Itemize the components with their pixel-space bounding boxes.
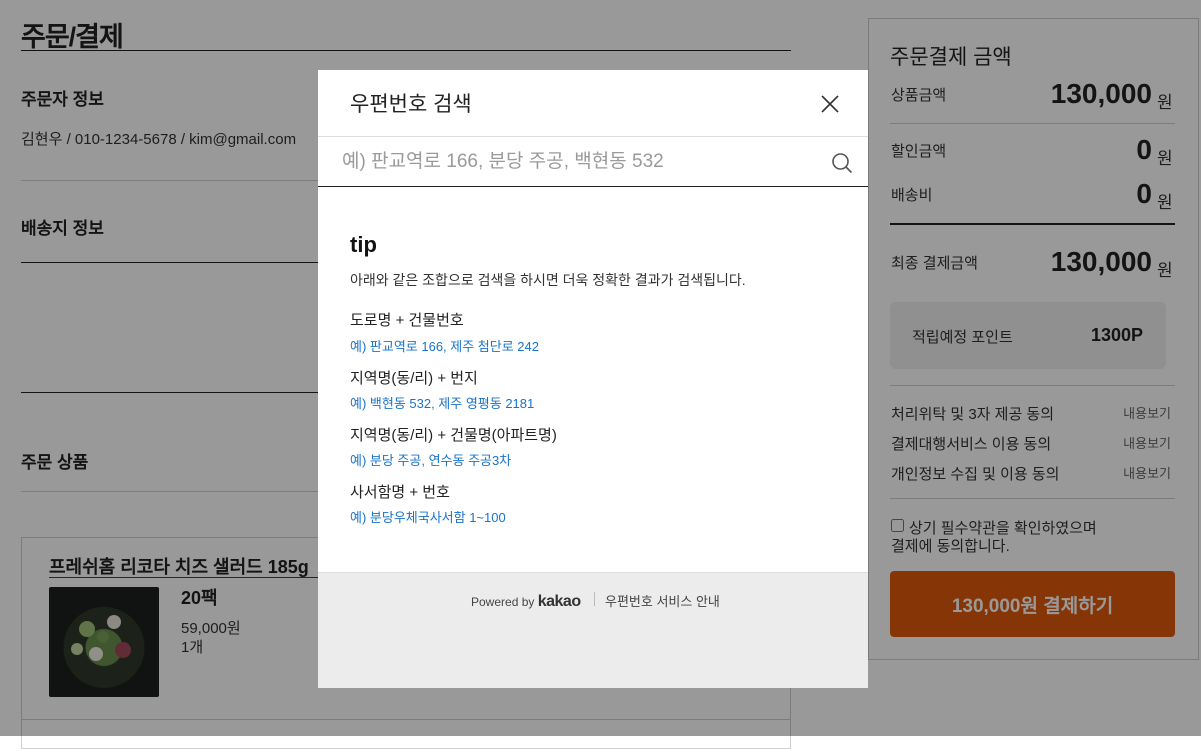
tip-pobox-example: 예) 분당우체국사서함 1~100	[350, 510, 506, 525]
tip-area-apartment-example: 예) 분당 주공, 연수동 주공3차	[350, 453, 512, 468]
footer-separator	[594, 592, 595, 606]
tip-area-lot-head: 지역명(동/리) + 번지	[350, 370, 478, 387]
search-icon[interactable]	[831, 152, 853, 174]
powered-by-label: Powered by	[471, 595, 535, 609]
tip-description: 아래와 같은 조합으로 검색을 하시면 더욱 정확한 결과가 검색됩니다.	[350, 272, 746, 288]
postcode-search-modal: 우편번호 검색 tip 아래와 같은 조합으로 검색을 하시면 더욱 정확한 결…	[318, 70, 868, 688]
powered-by-text: Powered by kakao	[471, 593, 581, 611]
kakao-logo[interactable]: kakao	[538, 593, 581, 610]
postcode-search-input[interactable]	[340, 145, 814, 179]
tip-pobox-head: 사서함명 + 번호	[350, 484, 450, 501]
tip-area-apartment-head: 지역명(동/리) + 건물명(아파트명)	[350, 427, 557, 444]
tip-area-lot-example: 예) 백현동 532, 제주 영평동 2181	[350, 396, 535, 411]
tip-road-building-head: 도로명 + 건물번호	[350, 312, 464, 329]
postcode-service-guide-link[interactable]: 우편번호 서비스 안내	[605, 591, 720, 610]
tip-road-building-example: 예) 판교역로 166, 제주 첨단로 242	[350, 339, 539, 354]
close-icon[interactable]	[818, 92, 842, 116]
modal-footer: Powered by kakao 우편번호 서비스 안내	[318, 572, 868, 688]
modal-title: 우편번호 검색	[350, 93, 472, 116]
tip-title: tip	[350, 232, 377, 257]
postcode-search-bar	[318, 136, 868, 187]
